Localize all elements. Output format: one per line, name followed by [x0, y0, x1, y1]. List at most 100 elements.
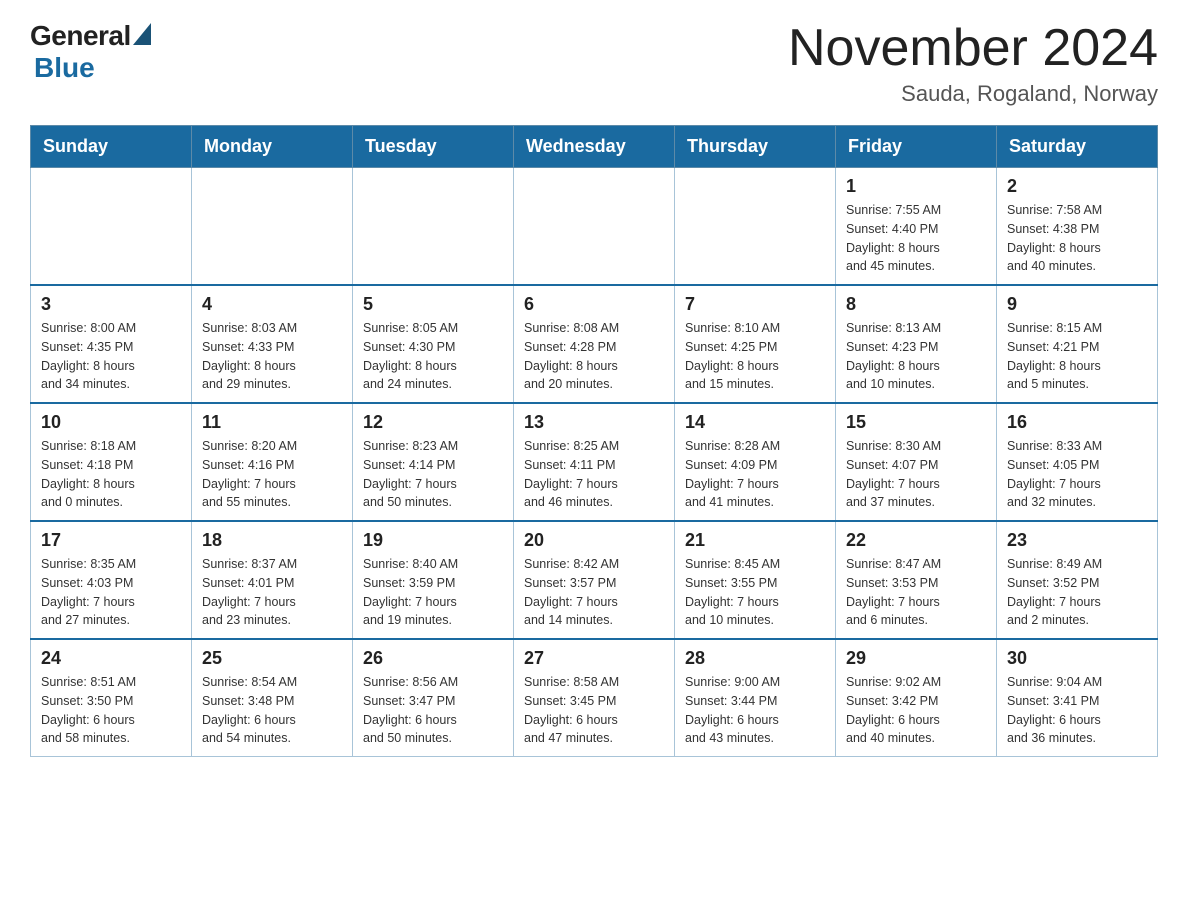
table-row — [31, 168, 192, 286]
day-number: 6 — [524, 294, 664, 315]
day-info: Sunrise: 8:56 AM Sunset: 3:47 PM Dayligh… — [363, 673, 503, 748]
day-number: 27 — [524, 648, 664, 669]
day-number: 4 — [202, 294, 342, 315]
calendar-week-1: 1 Sunrise: 7:55 AM Sunset: 4:40 PM Daylig… — [31, 168, 1158, 286]
table-row: 19 Sunrise: 8:40 AM Sunset: 3:59 PM Dayli… — [353, 521, 514, 639]
logo-blue-text: Blue — [34, 52, 95, 84]
table-row — [353, 168, 514, 286]
day-info: Sunrise: 8:49 AM Sunset: 3:52 PM Dayligh… — [1007, 555, 1147, 630]
logo-general-text: General — [30, 20, 131, 52]
day-number: 14 — [685, 412, 825, 433]
table-row: 23 Sunrise: 8:49 AM Sunset: 3:52 PM Dayli… — [997, 521, 1158, 639]
day-info: Sunrise: 8:45 AM Sunset: 3:55 PM Dayligh… — [685, 555, 825, 630]
table-row: 30 Sunrise: 9:04 AM Sunset: 3:41 PM Dayli… — [997, 639, 1158, 757]
header-thursday: Thursday — [675, 126, 836, 168]
calendar-table: Sunday Monday Tuesday Wednesday Thursday… — [30, 125, 1158, 757]
day-number: 25 — [202, 648, 342, 669]
day-number: 21 — [685, 530, 825, 551]
calendar-week-4: 17Sunrise: 8:35 AM Sunset: 4:03 PM Dayli… — [31, 521, 1158, 639]
calendar-week-2: 3Sunrise: 8:00 AM Sunset: 4:35 PM Daylig… — [31, 285, 1158, 403]
table-row: 14 Sunrise: 8:28 AM Sunset: 4:09 PM Dayli… — [675, 403, 836, 521]
table-row — [514, 168, 675, 286]
day-number: 20 — [524, 530, 664, 551]
header-friday: Friday — [836, 126, 997, 168]
day-number: 2 — [1007, 176, 1147, 197]
day-info: Sunrise: 8:25 AM Sunset: 4:11 PM Dayligh… — [524, 437, 664, 512]
day-number: 18 — [202, 530, 342, 551]
day-info: Sunrise: 8:18 AM Sunset: 4:18 PM Dayligh… — [41, 437, 181, 512]
header-saturday: Saturday — [997, 126, 1158, 168]
table-row: 17Sunrise: 8:35 AM Sunset: 4:03 PM Dayli… — [31, 521, 192, 639]
day-info: Sunrise: 7:58 AM Sunset: 4:38 PM Dayligh… — [1007, 201, 1147, 276]
table-row: 27 Sunrise: 8:58 AM Sunset: 3:45 PM Dayli… — [514, 639, 675, 757]
table-row: 21 Sunrise: 8:45 AM Sunset: 3:55 PM Dayli… — [675, 521, 836, 639]
day-number: 12 — [363, 412, 503, 433]
day-info: Sunrise: 8:54 AM Sunset: 3:48 PM Dayligh… — [202, 673, 342, 748]
day-info: Sunrise: 8:10 AM Sunset: 4:25 PM Dayligh… — [685, 319, 825, 394]
page-header: General Blue November 2024 Sauda, Rogala… — [30, 20, 1158, 107]
day-info: Sunrise: 9:04 AM Sunset: 3:41 PM Dayligh… — [1007, 673, 1147, 748]
table-row: 11 Sunrise: 8:20 AM Sunset: 4:16 PM Dayli… — [192, 403, 353, 521]
table-row: 4 Sunrise: 8:03 AM Sunset: 4:33 PM Daylig… — [192, 285, 353, 403]
day-number: 16 — [1007, 412, 1147, 433]
table-row: 8 Sunrise: 8:13 AM Sunset: 4:23 PM Daylig… — [836, 285, 997, 403]
table-row: 2 Sunrise: 7:58 AM Sunset: 4:38 PM Daylig… — [997, 168, 1158, 286]
header-sunday: Sunday — [31, 126, 192, 168]
day-number: 1 — [846, 176, 986, 197]
header-monday: Monday — [192, 126, 353, 168]
day-info: Sunrise: 8:28 AM Sunset: 4:09 PM Dayligh… — [685, 437, 825, 512]
calendar-week-5: 24Sunrise: 8:51 AM Sunset: 3:50 PM Dayli… — [31, 639, 1158, 757]
logo: General Blue — [30, 20, 151, 84]
day-info: Sunrise: 8:47 AM Sunset: 3:53 PM Dayligh… — [846, 555, 986, 630]
day-number: 28 — [685, 648, 825, 669]
day-number: 5 — [363, 294, 503, 315]
table-row: 10 Sunrise: 8:18 AM Sunset: 4:18 PM Dayli… — [31, 403, 192, 521]
month-title: November 2024 — [788, 20, 1158, 77]
table-row: 7Sunrise: 8:10 AM Sunset: 4:25 PM Daylig… — [675, 285, 836, 403]
table-row: 3Sunrise: 8:00 AM Sunset: 4:35 PM Daylig… — [31, 285, 192, 403]
day-number: 15 — [846, 412, 986, 433]
table-row: 15Sunrise: 8:30 AM Sunset: 4:07 PM Dayli… — [836, 403, 997, 521]
logo-triangle-icon — [133, 23, 151, 45]
table-row: 18Sunrise: 8:37 AM Sunset: 4:01 PM Dayli… — [192, 521, 353, 639]
day-info: Sunrise: 8:13 AM Sunset: 4:23 PM Dayligh… — [846, 319, 986, 394]
day-info: Sunrise: 8:42 AM Sunset: 3:57 PM Dayligh… — [524, 555, 664, 630]
day-number: 8 — [846, 294, 986, 315]
day-info: Sunrise: 9:00 AM Sunset: 3:44 PM Dayligh… — [685, 673, 825, 748]
day-number: 29 — [846, 648, 986, 669]
day-info: Sunrise: 8:58 AM Sunset: 3:45 PM Dayligh… — [524, 673, 664, 748]
day-info: Sunrise: 7:55 AM Sunset: 4:40 PM Dayligh… — [846, 201, 986, 276]
header-wednesday: Wednesday — [514, 126, 675, 168]
day-info: Sunrise: 8:03 AM Sunset: 4:33 PM Dayligh… — [202, 319, 342, 394]
day-number: 10 — [41, 412, 181, 433]
day-info: Sunrise: 8:33 AM Sunset: 4:05 PM Dayligh… — [1007, 437, 1147, 512]
day-number: 19 — [363, 530, 503, 551]
day-info: Sunrise: 9:02 AM Sunset: 3:42 PM Dayligh… — [846, 673, 986, 748]
table-row: 12 Sunrise: 8:23 AM Sunset: 4:14 PM Dayli… — [353, 403, 514, 521]
location-title: Sauda, Rogaland, Norway — [788, 81, 1158, 107]
day-number: 23 — [1007, 530, 1147, 551]
table-row: 20 Sunrise: 8:42 AM Sunset: 3:57 PM Dayli… — [514, 521, 675, 639]
table-row: 9Sunrise: 8:15 AM Sunset: 4:21 PM Daylig… — [997, 285, 1158, 403]
table-row: 5 Sunrise: 8:05 AM Sunset: 4:30 PM Daylig… — [353, 285, 514, 403]
table-row — [675, 168, 836, 286]
day-info: Sunrise: 8:05 AM Sunset: 4:30 PM Dayligh… — [363, 319, 503, 394]
day-info: Sunrise: 8:20 AM Sunset: 4:16 PM Dayligh… — [202, 437, 342, 512]
day-number: 13 — [524, 412, 664, 433]
day-number: 30 — [1007, 648, 1147, 669]
title-section: November 2024 Sauda, Rogaland, Norway — [788, 20, 1158, 107]
day-number: 3 — [41, 294, 181, 315]
weekday-header-row: Sunday Monday Tuesday Wednesday Thursday… — [31, 126, 1158, 168]
table-row — [192, 168, 353, 286]
day-info: Sunrise: 8:15 AM Sunset: 4:21 PM Dayligh… — [1007, 319, 1147, 394]
day-info: Sunrise: 8:08 AM Sunset: 4:28 PM Dayligh… — [524, 319, 664, 394]
table-row: 28 Sunrise: 9:00 AM Sunset: 3:44 PM Dayli… — [675, 639, 836, 757]
day-number: 11 — [202, 412, 342, 433]
day-info: Sunrise: 8:40 AM Sunset: 3:59 PM Dayligh… — [363, 555, 503, 630]
table-row: 6 Sunrise: 8:08 AM Sunset: 4:28 PM Daylig… — [514, 285, 675, 403]
day-info: Sunrise: 8:23 AM Sunset: 4:14 PM Dayligh… — [363, 437, 503, 512]
table-row: 24Sunrise: 8:51 AM Sunset: 3:50 PM Dayli… — [31, 639, 192, 757]
day-info: Sunrise: 8:35 AM Sunset: 4:03 PM Dayligh… — [41, 555, 181, 630]
table-row: 22Sunrise: 8:47 AM Sunset: 3:53 PM Dayli… — [836, 521, 997, 639]
table-row: 1 Sunrise: 7:55 AM Sunset: 4:40 PM Daylig… — [836, 168, 997, 286]
